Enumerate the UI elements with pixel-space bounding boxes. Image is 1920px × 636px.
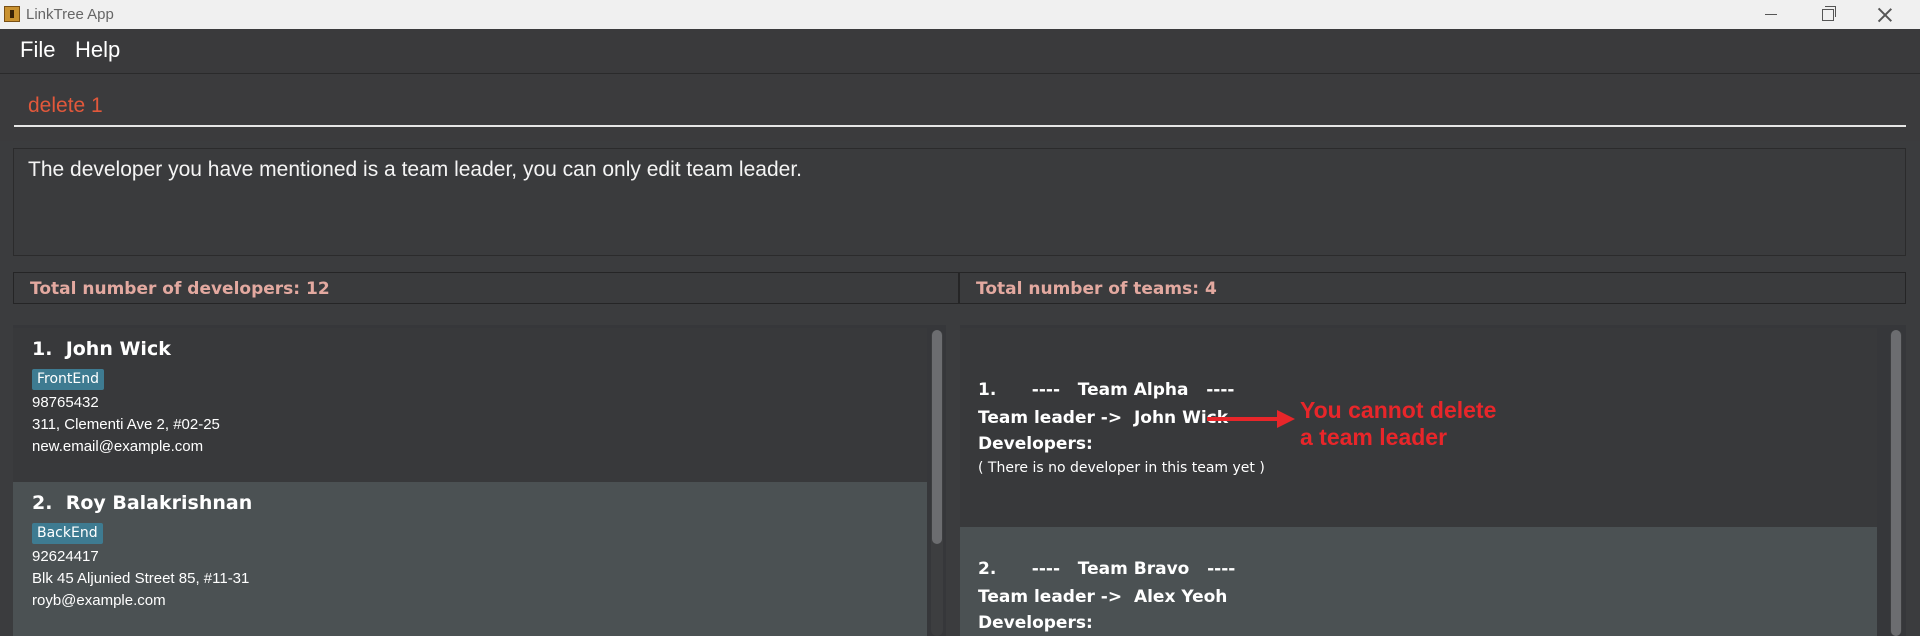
team-list-scroll-thumb[interactable] bbox=[1891, 330, 1901, 636]
close-icon bbox=[1878, 8, 1892, 22]
developer-name: 1. John Wick bbox=[32, 338, 171, 360]
result-message: The developer you have mentioned is a te… bbox=[28, 158, 802, 181]
menu-file[interactable]: File bbox=[20, 37, 55, 63]
developer-name-text: Roy Balakrishnan bbox=[65, 492, 253, 514]
menu-help[interactable]: Help bbox=[75, 37, 120, 63]
developers-count-header: Total number of developers: 12 bbox=[13, 272, 959, 304]
developer-name: 2. Roy Balakrishnan bbox=[32, 492, 252, 514]
window-titlebar: LinkTree App bbox=[0, 0, 1920, 29]
developer-name-text: John Wick bbox=[65, 338, 171, 360]
developer-phone: 92624417 bbox=[32, 548, 99, 565]
team-leader-label: Team leader -> bbox=[978, 408, 1123, 428]
annotation-line-2: a team leader bbox=[1300, 424, 1448, 450]
restore-icon bbox=[1822, 5, 1836, 21]
team-index: 1. bbox=[978, 380, 997, 400]
developer-address: Blk 45 Aljunied Street 85, #11-31 bbox=[32, 570, 250, 587]
command-input[interactable] bbox=[14, 87, 1906, 127]
team-leader-line: Team leader -> Alex Yeoh bbox=[978, 587, 1227, 607]
team-list-scrollbar[interactable] bbox=[1890, 330, 1902, 636]
minimize-icon bbox=[1765, 14, 1777, 15]
team-card[interactable]: 2. ---- Team Bravo ---- Team leader -> A… bbox=[960, 527, 1877, 636]
close-button[interactable] bbox=[1857, 0, 1913, 29]
developer-list-scroll-thumb[interactable] bbox=[932, 330, 942, 544]
team-developers-label: Developers: bbox=[978, 434, 1093, 454]
developer-card[interactable]: 2. Roy Balakrishnan BackEnd 92624417 Blk… bbox=[13, 482, 927, 636]
developer-card[interactable]: 1. John Wick FrontEnd 98765432 311, Clem… bbox=[13, 328, 927, 482]
team-leader-name: Alex Yeoh bbox=[1133, 587, 1228, 607]
developer-address: 311, Clementi Ave 2, #02-25 bbox=[32, 416, 220, 433]
window-title: LinkTree App bbox=[26, 6, 114, 23]
team-name: Team Bravo bbox=[1077, 559, 1190, 579]
team-developers-empty-note: ( There is no developer in this team yet… bbox=[978, 460, 1265, 476]
team-leader-label: Team leader -> bbox=[978, 587, 1123, 607]
developer-email: new.email@example.com bbox=[32, 438, 204, 455]
developers-count-label: Total number of developers: 12 bbox=[30, 279, 330, 299]
developer-email: royb@example.com bbox=[32, 592, 166, 609]
menu-bar: File Help bbox=[0, 29, 1920, 73]
annotation-arrow-icon bbox=[1207, 410, 1295, 428]
team-leader-line: Team leader -> John Wick bbox=[978, 408, 1228, 428]
team-index: 2. bbox=[978, 559, 997, 579]
developer-list[interactable]: 1. John Wick FrontEnd 98765432 311, Clem… bbox=[13, 325, 946, 636]
developer-tag: FrontEnd bbox=[32, 369, 105, 390]
restore-button[interactable] bbox=[1800, 0, 1856, 29]
command-box bbox=[0, 73, 1920, 141]
developer-tag: BackEnd bbox=[32, 523, 103, 544]
developer-list-scrollbar[interactable] bbox=[931, 330, 943, 636]
team-list[interactable]: 1. ---- Team Alpha ---- Team leader -> J… bbox=[960, 325, 1906, 636]
developer-index: 1. bbox=[32, 338, 53, 360]
team-developers-label: Developers: bbox=[978, 613, 1093, 633]
teams-count-header: Total number of teams: 4 bbox=[959, 272, 1906, 304]
teams-count-label: Total number of teams: 4 bbox=[976, 279, 1217, 299]
minimize-button[interactable] bbox=[1743, 0, 1799, 29]
team-name: Team Alpha bbox=[1077, 380, 1189, 400]
result-display: The developer you have mentioned is a te… bbox=[13, 148, 1906, 256]
annotation-text: You cannot delete a team leader bbox=[1300, 397, 1496, 451]
developer-phone: 98765432 bbox=[32, 394, 99, 411]
team-title: 2. ---- Team Bravo ---- bbox=[978, 559, 1236, 579]
annotation-line-1: You cannot delete bbox=[1300, 397, 1497, 423]
developer-index: 2. bbox=[32, 492, 53, 514]
team-title: 1. ---- Team Alpha ---- bbox=[978, 380, 1235, 400]
app-icon bbox=[4, 6, 20, 22]
